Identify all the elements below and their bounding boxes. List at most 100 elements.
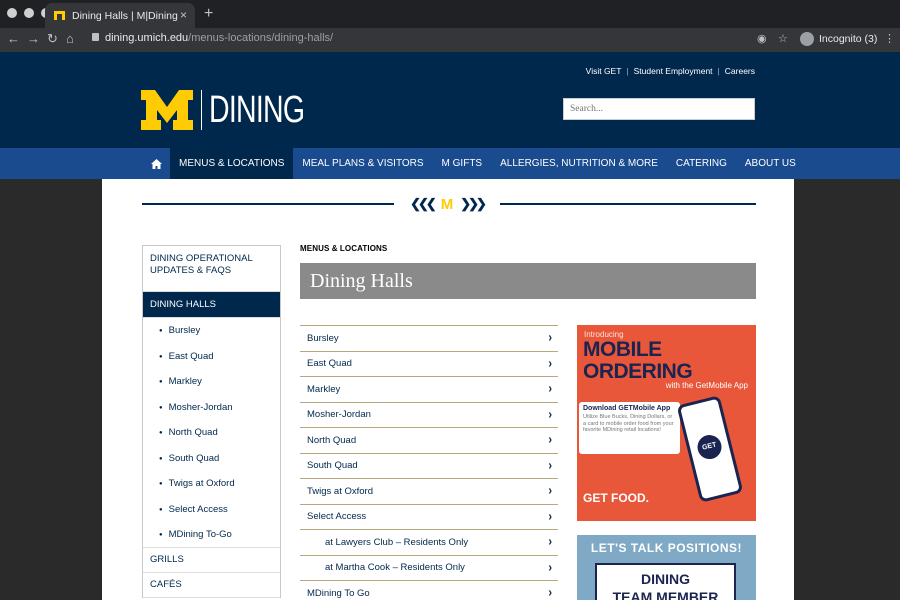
chevron-right-icon: ›: [548, 586, 552, 600]
hall-label: Markley: [307, 383, 341, 395]
bookmark-star-icon[interactable]: ☆: [778, 32, 788, 45]
phone-get-logo: GET: [694, 432, 725, 462]
url-path: /menus-locations/dining-halls/: [188, 32, 334, 44]
browser-menu-icon[interactable]: ⋮: [884, 32, 895, 45]
hall-label: North Quad: [307, 434, 357, 446]
site-logo[interactable]: DINING: [141, 90, 336, 130]
nav-meal-plans[interactable]: MEAL PLANS & VISITORS: [293, 148, 432, 179]
lock-icon: [92, 33, 99, 41]
address-bar: ← → ↻ ⌂ dining.umich.edu/menus-locations…: [0, 28, 900, 52]
sidebar-item-dining-halls[interactable]: DINING HALLS: [143, 292, 280, 318]
dining-hall-list: Bursley › East Quad › Markley › Mosher-Jord…: [300, 325, 558, 600]
sidebar-subitem-north-quad[interactable]: North Quad: [143, 420, 280, 446]
chevron-right-icon: ›: [548, 433, 552, 448]
ad-subtitle: with the GetMobile App: [665, 381, 748, 390]
ad-headline: MOBILE ORDERING: [583, 338, 693, 383]
visit-get-link[interactable]: Visit GET: [586, 66, 622, 76]
ad-footer: GET FOOD.: [583, 491, 649, 505]
forward-icon[interactable]: →: [27, 31, 40, 46]
ad-card-body: Utilize Blue Bucks, Dining Dollars, or a…: [583, 414, 674, 433]
phone-icon: GET: [676, 395, 744, 503]
mobile-ordering-ad[interactable]: Introducing MOBILE ORDERING with the Get…: [577, 325, 756, 521]
nav-menus-locations[interactable]: MENUS & LOCATIONS: [170, 148, 294, 179]
browser-tab-bar: Dining Halls | M|Dining × +: [0, 0, 900, 28]
list-item[interactable]: East Quad ›: [300, 352, 558, 377]
careers-link[interactable]: Careers: [725, 66, 755, 76]
incognito-indicator[interactable]: Incognito (3): [800, 32, 877, 46]
close-window-button[interactable]: [7, 8, 17, 18]
list-item[interactable]: Select Access ›: [300, 505, 558, 530]
new-tab-button[interactable]: +: [204, 5, 213, 23]
content-area: ❮❮❮ M ❯❯❯ DINING OPERATIONAL UPDATES & F…: [102, 179, 794, 600]
chevron-right-icon: ›: [548, 458, 552, 473]
incognito-label: Incognito (3): [819, 33, 878, 45]
back-icon[interactable]: ←: [7, 31, 20, 46]
tab-title: Dining Halls | M|Dining: [72, 9, 178, 22]
sidebar-item-cafes[interactable]: CAFÉS: [143, 573, 280, 598]
sidebar-item-operational-updates[interactable]: DINING OPERATIONAL UPDATES & FAQS: [143, 246, 280, 292]
logo-divider: [201, 90, 202, 130]
incognito-icon: [800, 32, 814, 46]
browser-tab[interactable]: Dining Halls | M|Dining ×: [45, 3, 195, 28]
url-field[interactable]: dining.umich.edu/menus-locations/dining-…: [92, 32, 333, 44]
sidebar-subitem-east-quad[interactable]: East Quad: [143, 344, 280, 370]
url-host: dining.umich.edu: [105, 32, 189, 44]
sidebar-subitem-mdining-to-go[interactable]: MDining To-Go: [143, 522, 280, 548]
home-nav-icon[interactable]: [142, 148, 170, 179]
minimize-window-button[interactable]: [24, 8, 34, 18]
hall-label: South Quad: [307, 460, 358, 472]
positions-box-line1: DINING: [641, 571, 690, 587]
sidebar-subitem-bursley[interactable]: Bursley: [143, 318, 280, 344]
chevron-right-icon: ›: [548, 535, 552, 550]
list-item[interactable]: MDining To Go ›: [300, 581, 558, 600]
section-kicker: MENUS & LOCATIONS: [300, 244, 388, 253]
nav-about-us[interactable]: ABOUT US: [736, 148, 805, 179]
sidebar-subitem-twigs[interactable]: Twigs at Oxford: [143, 471, 280, 497]
reload-icon[interactable]: ↻: [47, 31, 58, 47]
list-item[interactable]: South Quad ›: [300, 454, 558, 479]
list-item[interactable]: at Lawyers Club – Residents Only ›: [300, 530, 558, 556]
hall-label: at Lawyers Club – Residents Only: [325, 536, 469, 548]
hall-label: at Martha Cook – Residents Only: [325, 562, 465, 574]
nav-m-gifts[interactable]: M GIFTS: [433, 148, 492, 179]
chevrons-right-icon: ❯❯❯: [460, 196, 487, 211]
hall-label: Bursley: [307, 332, 339, 344]
separator: |: [717, 66, 720, 76]
student-employment-link[interactable]: Student Employment: [634, 66, 713, 76]
ad-headline-line1: MOBILE: [583, 338, 662, 361]
favicon-icon: [54, 11, 65, 20]
chevron-right-icon: ›: [548, 382, 552, 397]
sidebar-subitem-select-access[interactable]: Select Access: [143, 497, 280, 523]
nav-allergies[interactable]: ALLERGIES, NUTRITION & MORE: [491, 148, 667, 179]
hall-label: Twigs at Oxford: [307, 485, 373, 497]
list-item[interactable]: Bursley ›: [300, 326, 558, 352]
list-item[interactable]: Twigs at Oxford ›: [300, 479, 558, 505]
list-item[interactable]: North Quad ›: [300, 428, 558, 454]
page-title: Dining Halls: [300, 263, 756, 299]
list-item[interactable]: Mosher-Jordan ›: [300, 403, 558, 428]
list-item[interactable]: Markley ›: [300, 377, 558, 403]
nav-catering[interactable]: CATERING: [667, 148, 736, 179]
block-m-ornament: ❮❮❮ M ❯❯❯: [394, 193, 500, 215]
home-browser-icon[interactable]: ⌂: [66, 31, 74, 46]
utility-links: Visit GET | Student Employment | Careers: [586, 66, 755, 76]
hall-label: East Quad: [307, 358, 352, 370]
sidebar-subitem-mosher-jordan[interactable]: Mosher-Jordan: [143, 395, 280, 421]
list-item[interactable]: at Martha Cook – Residents Only ›: [300, 556, 558, 581]
chevron-right-icon: ›: [548, 407, 552, 422]
main-nav: MENUS & LOCATIONS MEAL PLANS & VISITORS …: [0, 148, 900, 179]
sidebar-subitem-south-quad[interactable]: South Quad: [143, 446, 280, 472]
tab-close-icon[interactable]: ×: [180, 8, 187, 22]
positions-box: DINING TEAM MEMBER: [595, 563, 736, 600]
positions-box-line2: TEAM MEMBER: [612, 589, 719, 600]
positions-ad[interactable]: LET'S TALK POSITIONS! DINING TEAM MEMBER: [577, 535, 756, 600]
chevrons-left-icon: ❮❮❮: [410, 196, 437, 211]
sidebar-item-grills[interactable]: GRILLS: [143, 548, 280, 573]
chevron-right-icon: ›: [548, 509, 552, 524]
tracking-icon[interactable]: ◉: [757, 32, 767, 45]
site-search-input[interactable]: [563, 98, 755, 120]
chevron-right-icon: ›: [548, 356, 552, 371]
section-sidebar: DINING OPERATIONAL UPDATES & FAQS DINING…: [142, 245, 281, 598]
chevron-right-icon: ›: [548, 331, 552, 346]
sidebar-subitem-markley[interactable]: Markley: [143, 369, 280, 395]
